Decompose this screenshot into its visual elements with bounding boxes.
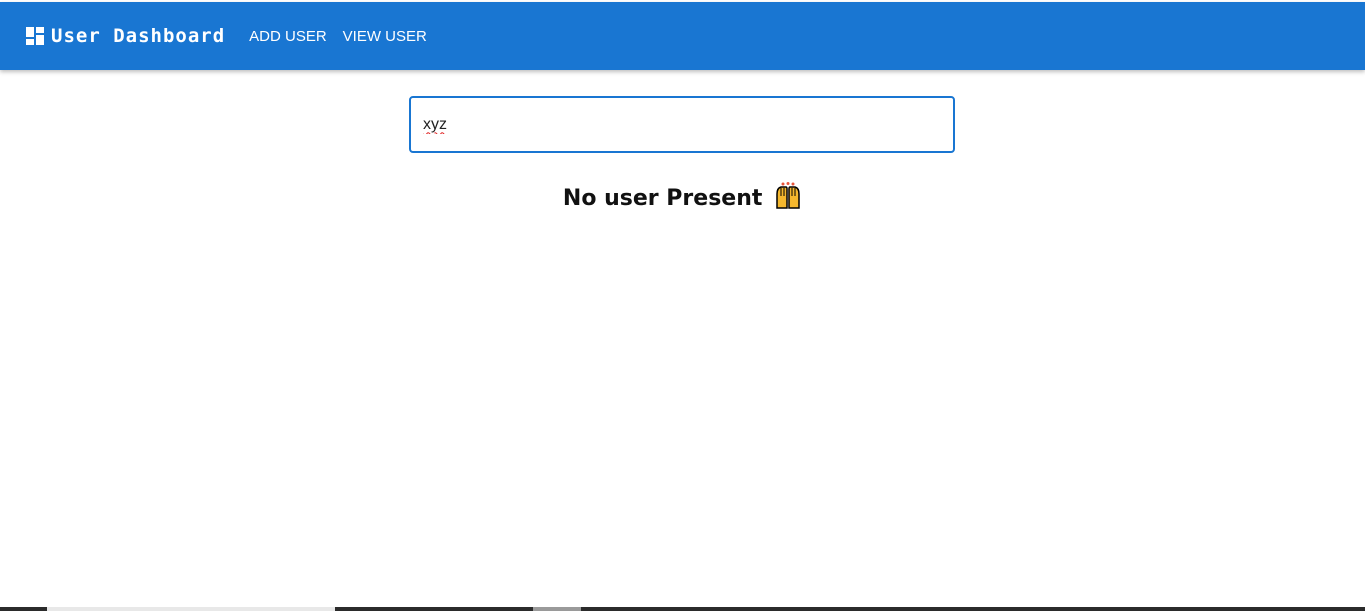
empty-state-message: No user Present [0, 182, 1365, 211]
nav-add-user[interactable]: ADD USER [249, 28, 327, 45]
empty-state-text: No user Present [562, 186, 763, 211]
app-bar: User Dashboard ADD USER VIEW USER [0, 2, 1365, 70]
taskbar-segment [533, 607, 581, 611]
search-input[interactable] [411, 98, 953, 151]
nav-view-user[interactable]: VIEW USER [343, 28, 427, 45]
taskbar-segment [47, 607, 335, 611]
raising-hands-icon [776, 182, 800, 209]
taskbar-strip [0, 607, 1365, 611]
dashboard-icon [26, 27, 44, 45]
search-field[interactable] [409, 96, 955, 153]
app-title: User Dashboard [51, 25, 226, 47]
